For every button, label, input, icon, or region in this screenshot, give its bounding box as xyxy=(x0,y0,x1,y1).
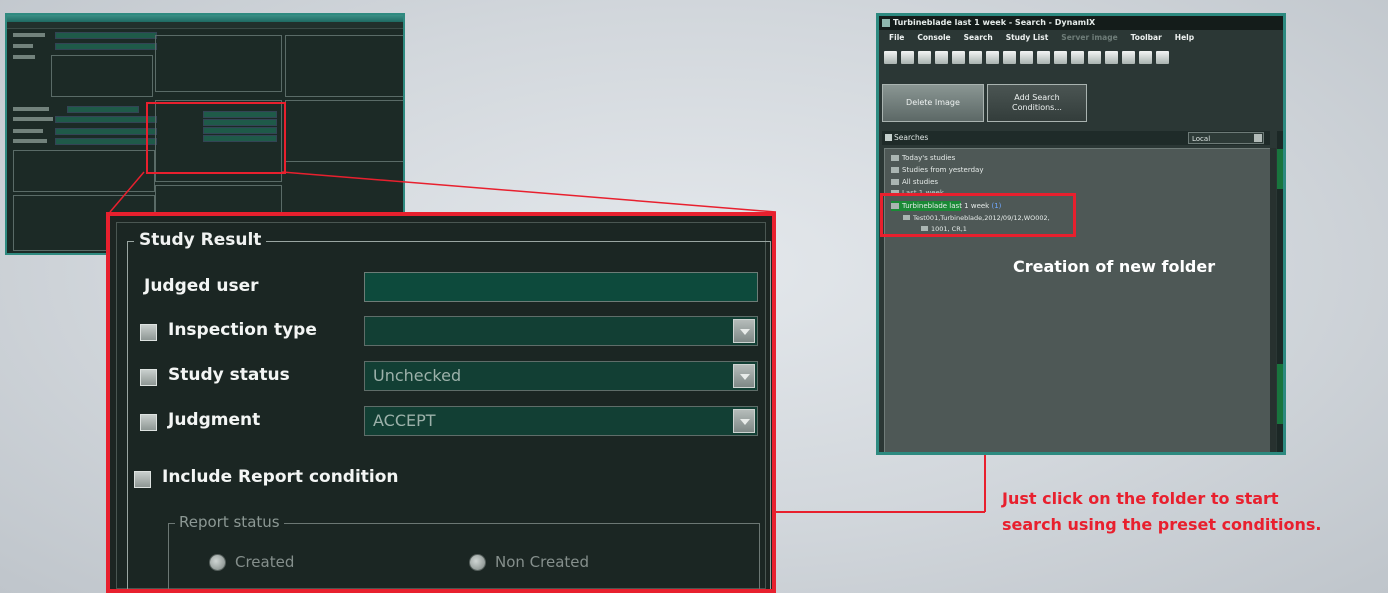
inspection-type-label: Inspection type xyxy=(168,320,317,340)
tree-scrollbar[interactable] xyxy=(1270,148,1276,452)
study-result-group: Study Result Judged user Inspection type… xyxy=(127,230,771,589)
menu-help[interactable]: Help xyxy=(1175,33,1194,42)
menu-console[interactable]: Console xyxy=(917,33,950,42)
report-status-title: Report status xyxy=(175,513,284,531)
report-icon[interactable] xyxy=(1156,50,1169,64)
study-status-label: Study status xyxy=(168,365,290,385)
action-button-row: Delete Image Add Search Conditions... xyxy=(882,84,1087,122)
receive-icon[interactable] xyxy=(1037,50,1050,64)
non-created-radio-label: Non Created xyxy=(495,553,590,571)
filter-edit-icon[interactable] xyxy=(969,50,982,64)
menu-bar: File Console Search Study List Server im… xyxy=(879,30,1283,44)
image-tool-icon[interactable] xyxy=(918,50,931,64)
tree-item-all[interactable]: All studies xyxy=(891,178,938,186)
created-radio-label: Created xyxy=(235,553,295,571)
send-icon[interactable] xyxy=(1020,50,1033,64)
creation-caption: Creation of new folder xyxy=(1013,257,1216,276)
menu-search[interactable]: Search xyxy=(964,33,993,42)
thumbnail-title-bar xyxy=(7,15,403,22)
judged-user-input[interactable] xyxy=(364,272,758,302)
filter-clear-icon[interactable] xyxy=(1003,50,1016,64)
menu-server-image[interactable]: Server image xyxy=(1061,33,1117,42)
study-side-selection xyxy=(1277,149,1283,189)
inspection-type-checkbox[interactable] xyxy=(140,324,157,341)
filter-icon[interactable] xyxy=(935,50,948,64)
menu-file[interactable]: File xyxy=(889,33,904,42)
chevron-down-icon[interactable] xyxy=(733,319,755,343)
include-report-label: Include Report condition xyxy=(162,467,399,487)
study-result-zoom-panel: Study Result Judged user Inspection type… xyxy=(106,212,776,593)
new-search-icon[interactable] xyxy=(884,50,897,64)
export-icon[interactable] xyxy=(1122,50,1135,64)
search-folder-icon xyxy=(891,179,899,185)
study-status-value: Unchecked xyxy=(373,366,462,385)
move-icon[interactable] xyxy=(1071,50,1084,64)
window-title-bar: Turbineblade last 1 week - Search - Dyna… xyxy=(879,16,1283,30)
created-radio[interactable] xyxy=(209,554,226,571)
judgment-label: Judgment xyxy=(168,410,261,430)
search-tool-icon[interactable] xyxy=(901,50,914,64)
toolbar xyxy=(879,44,1283,70)
study-status-select[interactable]: Unchecked xyxy=(364,361,758,391)
instruction-line-1: Just click on the folder to start xyxy=(1002,489,1279,508)
judgment-select[interactable]: ACCEPT xyxy=(364,406,758,436)
location-select[interactable]: Local xyxy=(1188,132,1264,144)
report-status-group: Report status Created Non Created xyxy=(168,513,760,589)
thumbnail-menu-bar xyxy=(7,22,403,29)
add-search-conditions-button[interactable]: Add Search Conditions... xyxy=(987,84,1087,122)
study-status-checkbox[interactable] xyxy=(140,369,157,386)
delete-image-button[interactable]: Delete Image xyxy=(882,84,984,122)
searches-icon xyxy=(885,134,892,141)
chevron-down-icon[interactable] xyxy=(733,364,755,388)
app-icon xyxy=(882,19,890,27)
include-report-checkbox[interactable] xyxy=(134,471,151,488)
instruction-note: Just click on the folder to start search… xyxy=(1002,486,1322,538)
print-icon[interactable] xyxy=(1105,50,1118,64)
tree-item-yesterday[interactable]: Studies from yesterday xyxy=(891,166,983,174)
menu-toolbar[interactable]: Toolbar xyxy=(1131,33,1162,42)
menu-study-list[interactable]: Study List xyxy=(1006,33,1049,42)
searches-label: Searches xyxy=(894,133,929,142)
search-folder-icon xyxy=(891,167,899,173)
instruction-line-2: search using the preset conditions. xyxy=(1002,515,1322,534)
filter-add-icon[interactable] xyxy=(952,50,965,64)
window-title: Turbineblade last 1 week - Search - Dyna… xyxy=(893,18,1096,27)
tree-item-today[interactable]: Today's studies xyxy=(891,154,955,162)
judgment-value: ACCEPT xyxy=(373,411,436,430)
judgment-checkbox[interactable] xyxy=(140,414,157,431)
copy-icon[interactable] xyxy=(1054,50,1067,64)
series-side-selection xyxy=(1277,364,1283,424)
judged-user-label: Judged user xyxy=(144,276,259,296)
inspection-type-select[interactable] xyxy=(364,316,758,346)
grid-icon[interactable] xyxy=(1139,50,1152,64)
document-icon[interactable] xyxy=(1088,50,1101,64)
study-result-title: Study Result xyxy=(134,230,267,250)
filter-remove-icon[interactable] xyxy=(986,50,999,64)
chevron-down-icon[interactable] xyxy=(733,409,755,433)
new-folder-highlight-box xyxy=(880,193,1076,237)
non-created-radio[interactable] xyxy=(469,554,486,571)
search-folder-icon xyxy=(891,155,899,161)
thumbnail-highlight-box xyxy=(146,102,286,174)
searches-header: Searches Local xyxy=(882,131,1270,145)
